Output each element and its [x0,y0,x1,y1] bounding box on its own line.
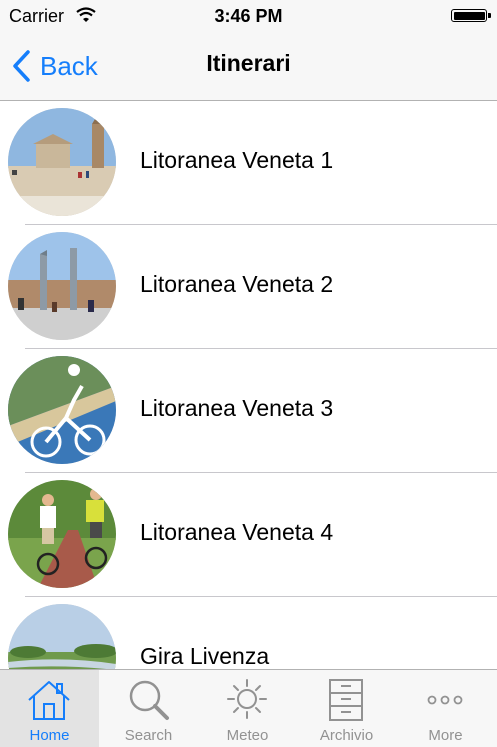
tab-label: More [428,727,463,744]
tab-label: Archivio [319,727,374,744]
list-item[interactable]: Litoranea Veneta 3 [0,349,497,473]
list-item[interactable]: Gira Livenza [0,597,497,669]
tab-more[interactable]: More [396,670,495,747]
tab-bar: Home Search Meteo Archivio More [0,669,497,747]
cyclist-coast-photo [8,356,116,464]
item-title: Litoranea Veneta 1 [140,147,334,173]
sun-icon [222,678,272,722]
item-title: Litoranea Veneta 2 [140,271,334,297]
itinerary-list: Litoranea Veneta 1 Litoranea Veneta 2 Li… [0,101,497,669]
home-icon [24,678,74,722]
list-item[interactable]: Litoranea Veneta 4 [0,473,497,597]
church-beach-photo [8,108,116,216]
item-title: Litoranea Veneta 3 [140,395,334,421]
tab-home[interactable]: Home [0,670,99,747]
navigation-bar: Back Itinerari [0,32,497,101]
search-icon [123,678,173,722]
tab-search[interactable]: Search [99,670,198,747]
clock-time: 3:46 PM [214,6,283,26]
tab-meteo[interactable]: Meteo [198,670,297,747]
tab-label: Home [29,727,70,744]
battery-icon [451,9,491,22]
status-bar: Carrier 3:46 PM [0,0,497,32]
more-icon [420,678,470,722]
archive-icon [321,678,371,722]
river-landscape-photo [8,604,116,669]
list-item[interactable]: Litoranea Veneta 2 [0,225,497,349]
square-monument-photo [8,232,116,340]
tab-label: Search [124,727,173,744]
item-title: Gira Livenza [140,643,270,669]
cyclists-path-photo [8,480,116,588]
page-title: Itinerari [206,50,291,76]
item-title: Litoranea Veneta 4 [140,519,334,545]
tab-archivio[interactable]: Archivio [297,670,396,747]
list-item[interactable]: Litoranea Veneta 1 [0,101,497,225]
tab-label: Meteo [226,727,269,744]
